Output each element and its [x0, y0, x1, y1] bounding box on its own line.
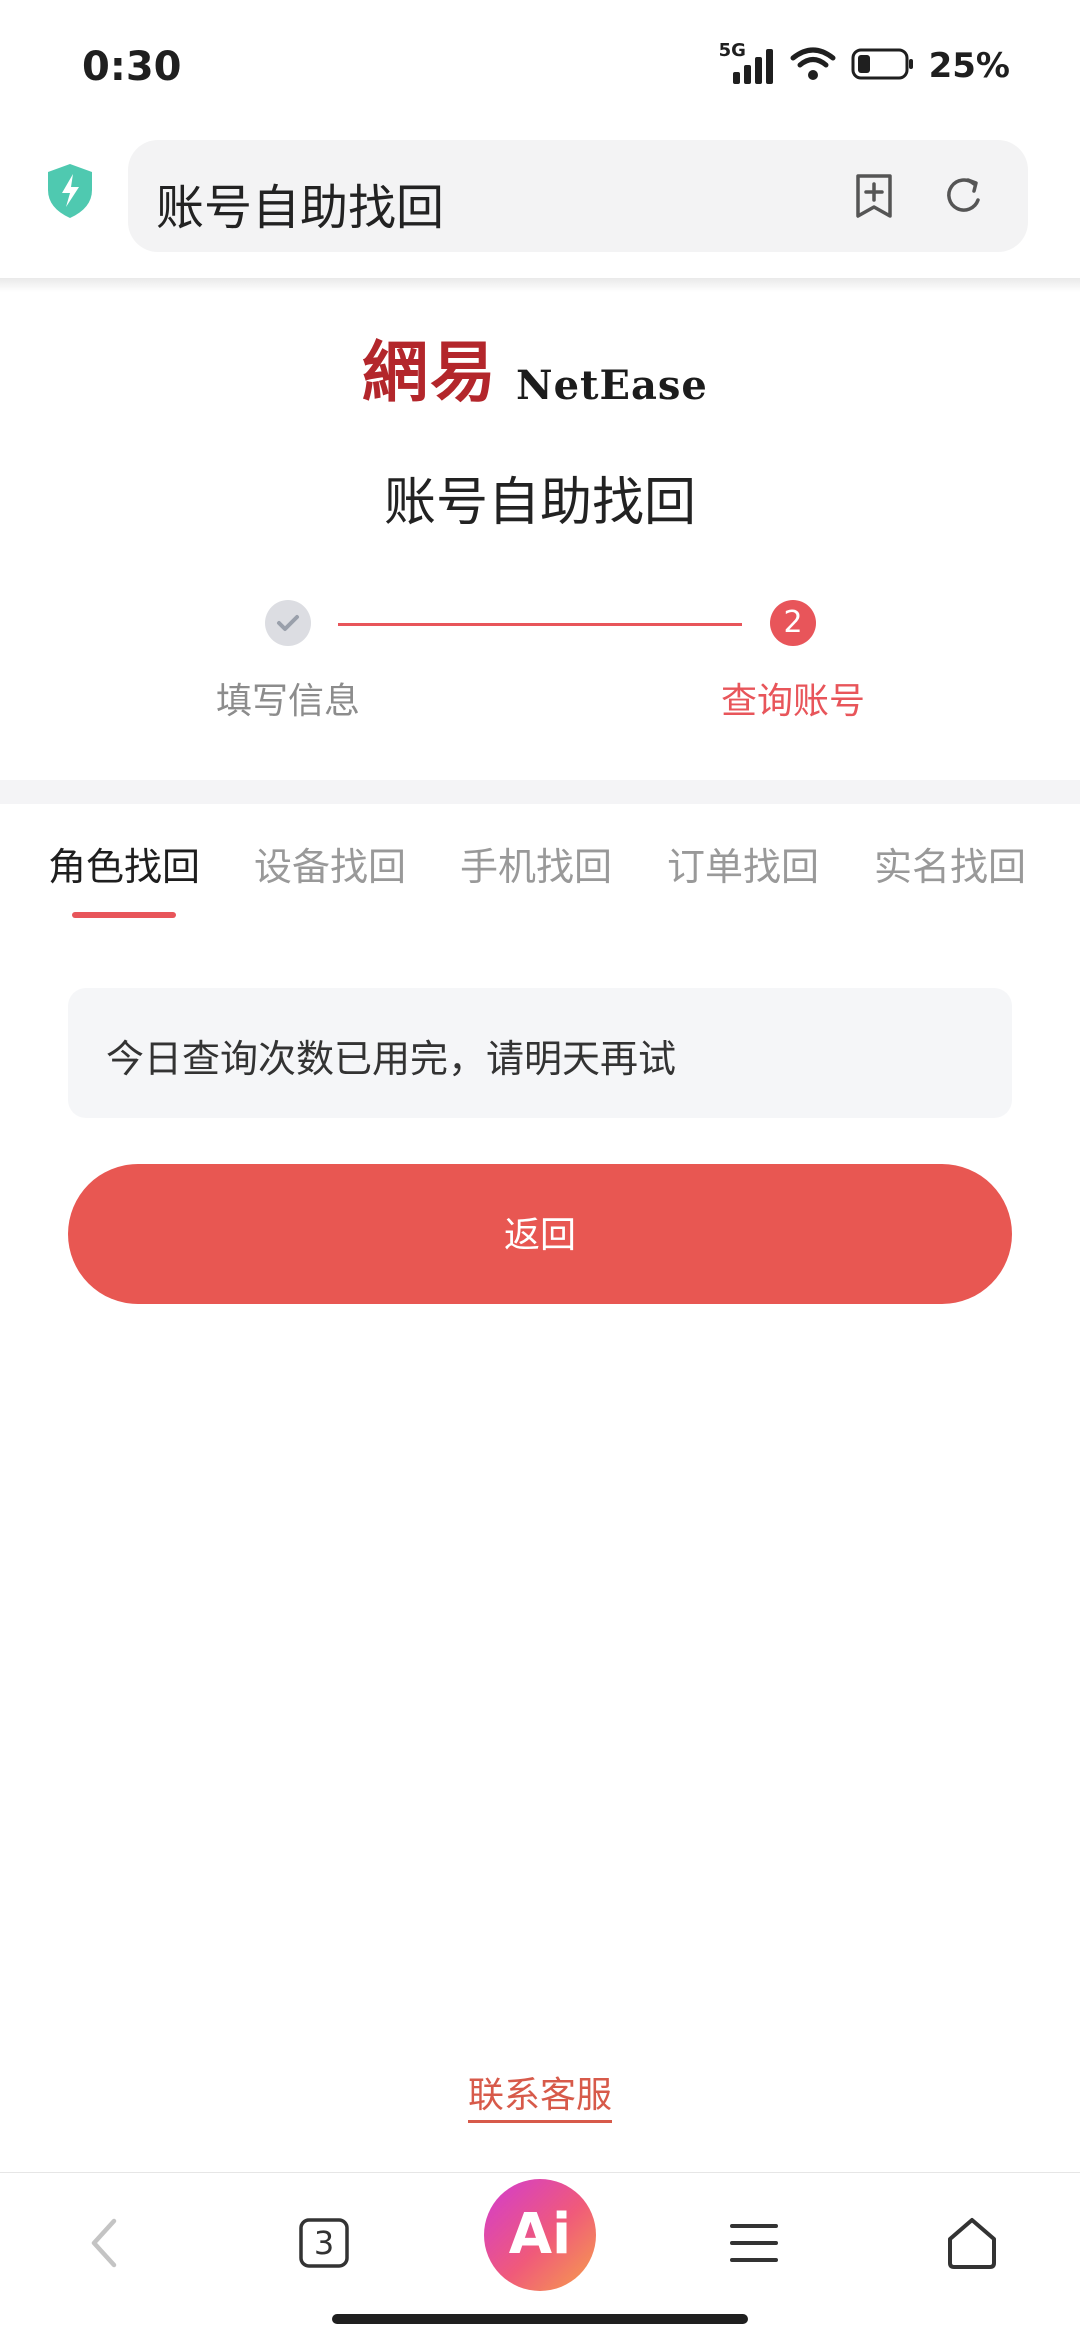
tab-order-recovery[interactable]: 订单找回 — [667, 836, 819, 891]
reload-icon[interactable] — [938, 170, 990, 222]
step-number-badge: 2 — [770, 600, 816, 646]
back-arrow-icon[interactable] — [64, 2203, 144, 2283]
menu-icon[interactable] — [714, 2203, 794, 2283]
progress-steps: 2 填写信息 查询账号 — [0, 600, 1080, 722]
logo-english: NetEase — [516, 362, 708, 409]
security-shield-icon[interactable] — [40, 160, 100, 220]
notice-text: 今日查询次数已用完，请明天再试 — [106, 1037, 677, 1081]
home-indicator — [332, 2314, 748, 2324]
battery-percentage: 25% — [928, 46, 1010, 86]
cellular-signal-icon: 5G — [719, 40, 775, 86]
step-label-fill-info: 填写信息 — [215, 681, 360, 722]
notice-box: 今日查询次数已用完，请明天再试 — [68, 988, 1012, 1118]
add-bookmark-icon[interactable] — [848, 170, 900, 222]
page-title: 账号自助找回 — [383, 473, 696, 533]
active-tab-indicator — [72, 912, 176, 918]
status-icons: 5G 25% — [719, 40, 1010, 86]
tab-realname-recovery[interactable]: 实名找回 — [874, 836, 1026, 891]
contact-support-link[interactable]: 联系客服 — [467, 2075, 612, 2123]
recovery-tabs: 角色找回 设备找回 手机找回 订单找回 实名找回 — [0, 836, 1080, 916]
battery-icon — [851, 47, 915, 85]
home-icon[interactable] — [932, 2203, 1012, 2283]
status-time: 0:30 — [82, 44, 182, 90]
back-button[interactable]: 返回 — [68, 1164, 1012, 1304]
netease-logo: 網易 NetEase — [362, 333, 708, 415]
contact-support-wrapper: 联系客服 — [0, 2066, 1080, 2123]
step-done-check-icon — [265, 600, 311, 646]
section-divider — [0, 780, 1080, 804]
url-field[interactable]: 账号自助找回 — [128, 140, 1028, 252]
tab-role-recovery[interactable]: 角色找回 — [48, 836, 200, 891]
step-connector — [338, 623, 742, 626]
address-bar-shadow — [0, 278, 1080, 292]
address-bar: 账号自助找回 — [0, 130, 1080, 280]
tabs-button[interactable]: 3 — [284, 2203, 364, 2283]
tab-phone-recovery[interactable]: 手机找回 — [460, 836, 612, 891]
status-bar: 0:30 5G 25% — [0, 0, 1080, 130]
tab-count: 3 — [313, 2224, 335, 2262]
ai-assistant-button[interactable]: Ai — [484, 2179, 596, 2291]
url-title: 账号自助找回 — [156, 180, 445, 236]
logo-chinese: 網易 — [362, 333, 498, 411]
tab-device-recovery[interactable]: 设备找回 — [254, 836, 406, 891]
step-label-query-account: 查询账号 — [720, 681, 865, 722]
wifi-icon — [789, 46, 837, 86]
